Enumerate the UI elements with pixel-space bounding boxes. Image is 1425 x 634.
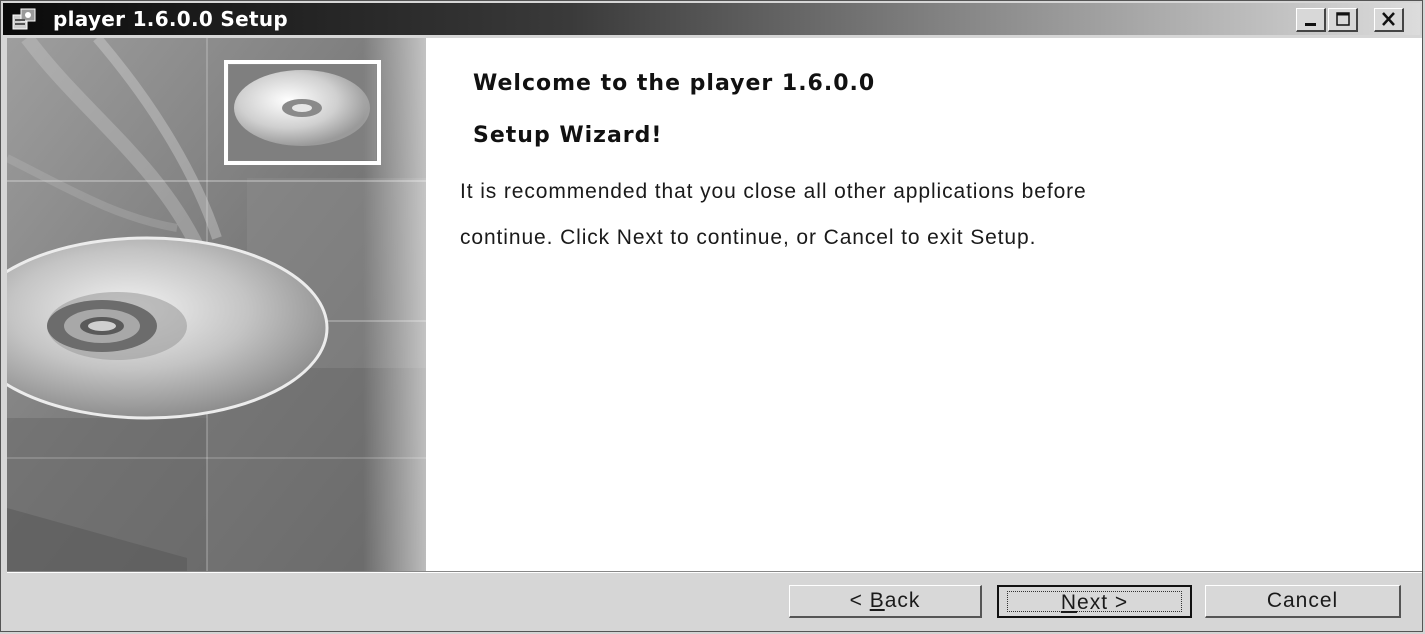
banner-image [7,38,426,571]
back-button-label: ack [884,589,921,612]
next-button[interactable]: Next > [997,585,1192,618]
welcome-panel: Welcome to the player 1.6.0.0 Setup Wiza… [426,38,1422,571]
back-button-mnemonic: B [869,589,885,612]
maximize-button[interactable] [1328,8,1358,32]
instruction-text-line-2: continue. Click Next to continue, or Can… [460,226,1037,249]
next-button-mnemonic: N [1060,591,1078,614]
back-button-prefix: < [849,589,870,612]
close-icon [1382,12,1395,26]
footer-separator [7,571,1422,573]
wizard-heading: Setup Wizard! [473,123,663,148]
next-button-label: ext > [1077,591,1129,614]
next-button-focus: Next > [1007,591,1182,614]
minimize-icon [1305,23,1316,26]
welcome-heading: Welcome to the player 1.6.0.0 [473,71,876,96]
cancel-button[interactable]: Cancel [1205,585,1401,618]
close-button[interactable] [1374,8,1404,32]
title-bar[interactable]: player 1.6.0.0 Setup [3,3,1420,35]
instruction-text-line-1: It is recommended that you close all oth… [460,180,1087,203]
back-button[interactable]: < Back [789,585,982,618]
minimize-button[interactable] [1296,8,1326,32]
maximize-icon [1336,12,1350,26]
setup-window: player 1.6.0.0 Setup Welcome to the play… [0,0,1423,632]
window-title: player 1.6.0.0 Setup [53,7,288,31]
installer-icon [11,7,39,31]
